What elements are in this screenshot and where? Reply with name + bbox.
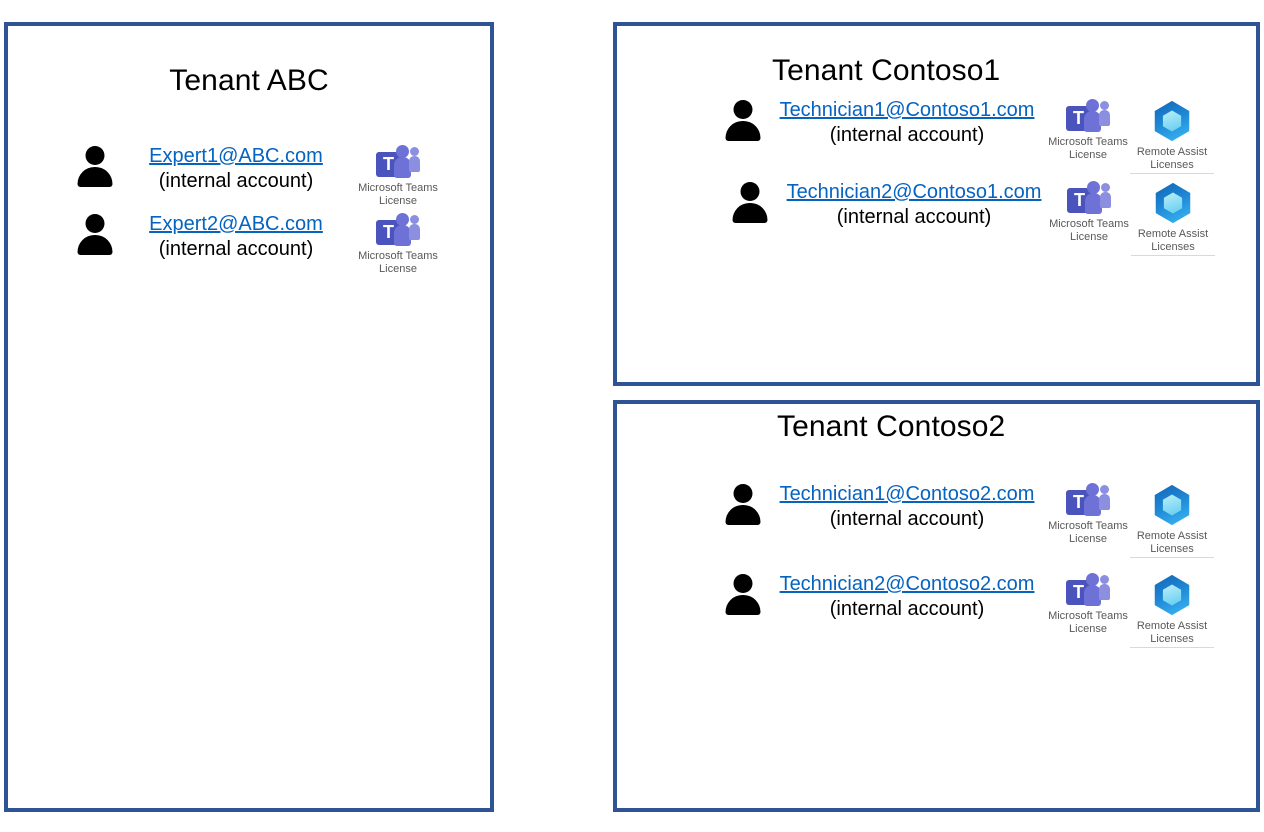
person-head <box>733 484 753 503</box>
remote-assist-icon <box>1155 182 1191 224</box>
person-body <box>725 121 761 141</box>
microsoft-teams-icon: T <box>376 212 420 248</box>
license-group: T Microsoft Teams License <box>356 144 440 208</box>
license-badge-remote-assist: Remote Assist Licenses <box>1130 482 1214 558</box>
person-head <box>85 214 105 233</box>
tenant-title-abc: Tenant ABC <box>169 64 329 97</box>
person-icon <box>74 144 116 188</box>
remote-assist-icon <box>1154 100 1190 142</box>
person-icon <box>74 212 116 256</box>
license-group: T Microsoft Teams License Remote Assist … <box>1047 180 1215 256</box>
microsoft-teams-icon: T <box>376 144 420 180</box>
remote-assist-icon <box>1154 484 1190 526</box>
person-body <box>725 505 761 525</box>
account-email-link[interactable]: Technician2@Contoso2.com <box>780 572 1035 597</box>
license-group: T Microsoft Teams License <box>356 212 440 276</box>
license-group: T Microsoft Teams License Remote Assist … <box>1046 572 1214 648</box>
teams-person-small-body <box>1099 110 1110 126</box>
teams-person-small-head <box>410 215 419 224</box>
person-body <box>77 235 113 255</box>
person-body <box>732 203 768 223</box>
license-badge-remote-assist: Remote Assist Licenses <box>1130 572 1214 648</box>
teams-person-small-head <box>1100 575 1109 584</box>
license-caption: Microsoft Teams License <box>1048 610 1128 635</box>
person-body <box>77 167 113 187</box>
license-badge-teams: T Microsoft Teams License <box>1046 572 1130 636</box>
account-email-link[interactable]: Expert2@ABC.com <box>149 212 323 237</box>
license-group: T Microsoft Teams License <box>1046 98 1214 174</box>
account-email-link[interactable]: Technician1@Contoso2.com <box>780 482 1035 507</box>
license-caption: Microsoft Teams License <box>1048 520 1128 545</box>
tenant-panel-contoso1: Tenant Contoso1 Technician1@Contoso1.com… <box>613 22 1260 386</box>
person-icon <box>722 572 764 616</box>
account-email-link[interactable]: Technician2@Contoso1.com <box>787 180 1042 205</box>
license-badge-teams: T Microsoft Teams License <box>356 212 440 276</box>
account-email-link[interactable]: Technician1@Contoso1.com <box>780 98 1035 123</box>
user-row: Expert1@ABC.com (internal account) T Mic… <box>74 144 440 208</box>
license-caption: Microsoft Teams License <box>1049 218 1129 243</box>
microsoft-teams-icon: T <box>1066 482 1110 518</box>
license-group: T Microsoft Teams License Remote Assist … <box>1046 482 1214 558</box>
license-badge-teams: T Microsoft Teams License <box>1046 98 1130 162</box>
user-row: Technician2@Contoso1.com (internal accou… <box>729 180 1215 256</box>
account-type-label: (internal account) <box>829 598 985 620</box>
license-caption: Remote Assist Licenses <box>1130 146 1214 174</box>
microsoft-teams-icon: T <box>1067 180 1111 216</box>
teams-person-small-body <box>409 224 420 240</box>
user-row: Technician2@Contoso2.com (internal accou… <box>722 572 1214 648</box>
license-badge-remote-assist: Remote Assist Licenses <box>1131 180 1215 256</box>
user-row: Expert2@ABC.com (internal account) T Mic… <box>74 212 440 276</box>
teams-person-small-head <box>1101 183 1110 192</box>
license-caption: Remote Assist Licenses <box>1131 228 1215 256</box>
license-caption: Remote Assist Licenses <box>1130 620 1214 648</box>
teams-person-small-head <box>1100 485 1109 494</box>
person-head <box>85 146 105 165</box>
tenant-title-contoso2: Tenant Contoso2 <box>777 410 1006 443</box>
account-type-label: (internal account) <box>829 124 985 146</box>
user-row: Technician1@Contoso1.com (internal accou… <box>722 98 1214 174</box>
teams-person-small-body <box>1100 192 1111 208</box>
license-badge-teams: T Microsoft Teams License <box>356 144 440 208</box>
account-block: Technician1@Contoso1.com (internal accou… <box>780 98 1035 148</box>
person-icon <box>729 180 771 224</box>
teams-person-small-body <box>1099 494 1110 510</box>
teams-person-small-body <box>409 156 420 172</box>
account-type-label: (internal account) <box>829 508 985 530</box>
person-body <box>725 595 761 615</box>
license-badge-remote-assist: Remote Assist Licenses <box>1130 98 1214 174</box>
person-icon <box>722 98 764 142</box>
person-head <box>740 182 760 201</box>
microsoft-teams-icon: T <box>1066 572 1110 608</box>
tenant-panel-abc: Tenant ABC Expert1@ABC.com (internal acc… <box>4 22 494 812</box>
person-head <box>733 574 753 593</box>
license-caption: Microsoft Teams License <box>1048 136 1128 161</box>
account-block: Expert1@ABC.com (internal account) <box>138 144 334 194</box>
account-type-label: (internal account) <box>158 170 314 192</box>
account-type-label: (internal account) <box>158 238 314 260</box>
teams-person-small-body <box>1099 584 1110 600</box>
teams-person-small-head <box>1100 101 1109 110</box>
person-head <box>733 100 753 119</box>
license-caption: Microsoft Teams License <box>358 250 438 275</box>
license-caption: Remote Assist Licenses <box>1130 530 1214 558</box>
account-type-label: (internal account) <box>836 206 992 228</box>
account-block: Technician1@Contoso2.com (internal accou… <box>780 482 1035 532</box>
license-badge-teams: T Microsoft Teams License <box>1046 482 1130 546</box>
tenant-panel-contoso2: Tenant Contoso2 Technician1@Contoso2.com… <box>613 400 1260 812</box>
license-badge-teams: T Microsoft Teams License <box>1047 180 1131 244</box>
account-block: Technician2@Contoso2.com (internal accou… <box>780 572 1035 622</box>
account-email-link[interactable]: Expert1@ABC.com <box>149 144 323 169</box>
person-icon <box>722 482 764 526</box>
user-row: Technician1@Contoso2.com (internal accou… <box>722 482 1214 558</box>
account-block: Technician2@Contoso1.com (internal accou… <box>787 180 1042 230</box>
account-block: Expert2@ABC.com (internal account) <box>138 212 334 262</box>
remote-assist-icon <box>1154 574 1190 616</box>
tenant-title-contoso1: Tenant Contoso1 <box>772 54 1001 87</box>
teams-person-small-head <box>410 147 419 156</box>
microsoft-teams-icon: T <box>1066 98 1110 134</box>
license-caption: Microsoft Teams License <box>358 182 438 207</box>
